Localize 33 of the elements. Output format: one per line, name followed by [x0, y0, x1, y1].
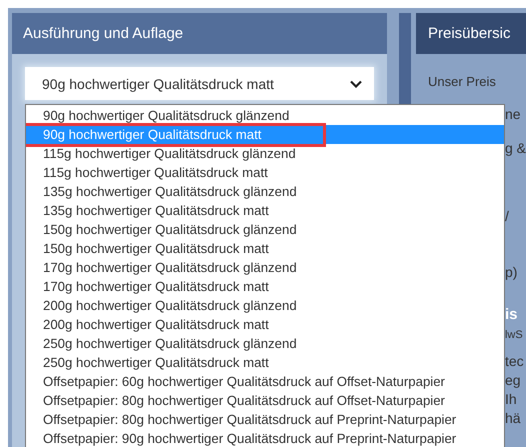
highlight-frame: 90g hochwertiger Qualitätsdruck matt [26, 126, 324, 144]
dropdown-option[interactable]: Offsetpapier: 80g hochwertiger Qualitätsdruck auf Offset-Naturpapier [26, 391, 504, 410]
dropdown-option[interactable]: 115g hochwertiger Qualitätsdruck matt [26, 163, 504, 182]
panel-title: Ausführung und Auflage [12, 13, 388, 54]
dropdown-option[interactable]: 250g hochwertiger Qualitätsdruck matt [26, 353, 504, 372]
text-fragment: ne [504, 106, 521, 122]
section-heading: is [504, 306, 518, 323]
dropdown-option[interactable]: 170g hochwertiger Qualitätsdruck glänzend [26, 258, 504, 277]
dropdown-option[interactable]: 200g hochwertiger Qualitätsdruck glänzend [26, 296, 504, 315]
dropdown-option[interactable]: 200g hochwertiger Qualitätsdruck matt [26, 315, 504, 334]
dropdown-option[interactable]: 250g hochwertiger Qualitätsdruck glänzend [26, 334, 504, 353]
text-fragment: lwS [504, 329, 523, 341]
text-fragment: p) [504, 264, 518, 280]
dropdown-option[interactable]: Offsetpapier: 60g hochwertiger Qualitätsdruck auf Offset-Naturpapier [26, 372, 504, 391]
dropdown-option[interactable]: 170g hochwertiger Qualitätsdruck matt [26, 277, 504, 296]
dropdown-option[interactable]: 135g hochwertiger Qualitätsdruck matt [26, 201, 504, 220]
dropdown-option[interactable]: 90g hochwertiger Qualitätsdruck glänzend [26, 106, 504, 125]
text-fragment: eg [504, 372, 521, 388]
text-fragment: g & [504, 140, 526, 156]
text-fragment: / [504, 208, 509, 224]
dropdown-option[interactable]: 150g hochwertiger Qualitätsdruck matt [26, 239, 504, 258]
price-label: Unser Preis [428, 74, 497, 91]
caret-icon [350, 80, 362, 88]
paper-select[interactable]: 90g hochwertiger Qualitätsdruck matt [25, 67, 374, 100]
panel-title: Preisübersic [416, 13, 526, 54]
dropdown-option[interactable]: 135g hochwertiger Qualitätsdruck glänzend [26, 182, 504, 201]
text-fragment: tec [504, 353, 524, 369]
dropdown-option[interactable]: 150g hochwertiger Qualitätsdruck glänzend [26, 220, 504, 239]
dropdown-option[interactable]: 115g hochwertiger Qualitätsdruck glänzend [26, 144, 504, 163]
dropdown-option[interactable]: Offsetpapier: 80g hochwertiger Qualitätsdruck auf Preprint-Naturpapier [26, 410, 504, 429]
text-fragment: Ih [504, 391, 517, 407]
text-fragment: hä [504, 410, 521, 426]
dropdown-option[interactable]: Offsetpapier: 90g hochwertiger Qualitätsdruck auf Preprint-Naturpapier [26, 429, 504, 447]
